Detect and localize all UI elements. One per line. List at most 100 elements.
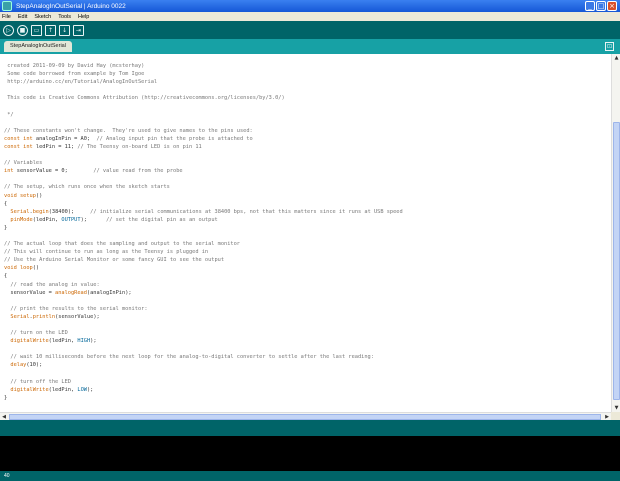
- code-token: created 2011-09-09 by David Hay (mcsterh…: [4, 63, 145, 69]
- code-line[interactable]: Serial.println(sensorValue);: [4, 313, 403, 321]
- code-line[interactable]: // read the analog in value:: [4, 281, 403, 289]
- menu-help[interactable]: Help: [78, 14, 89, 20]
- code-token: loop: [19, 265, 33, 272]
- code-line[interactable]: int sensorValue = 0; // value read from …: [4, 167, 403, 175]
- code-line[interactable]: digitalWrite(ledPin, HIGH);: [4, 337, 403, 345]
- code-token: {: [4, 273, 8, 280]
- code-line[interactable]: // print the results to the serial monit…: [4, 305, 403, 313]
- code-token: (10);: [26, 362, 43, 369]
- serial-monitor-icon[interactable]: ⊡: [605, 42, 614, 51]
- code-token: (38400);: [48, 208, 91, 215]
- code-line[interactable]: [4, 345, 403, 353]
- code-line[interactable]: Serial.begin(38400); // initialize seria…: [4, 208, 402, 216]
- code-token: );: [90, 338, 97, 345]
- code-token: sensorValue =: [4, 289, 56, 296]
- horizontal-scrollbar[interactable]: ◀ ▶: [0, 412, 611, 420]
- upload-icon[interactable]: ⇥: [73, 24, 84, 36]
- toolbar: ▷ ■ ▭ ↑ ↓ ⇥: [0, 21, 620, 39]
- minimize-button[interactable]: _: [585, 1, 595, 11]
- menu-tools[interactable]: Tools: [58, 14, 71, 20]
- code-token: Serial: [10, 313, 30, 320]
- code-line[interactable]: // Use the Arduino Serial Monitor or som…: [4, 256, 403, 264]
- code-token: delay: [10, 362, 27, 369]
- menu-file[interactable]: File: [2, 14, 11, 20]
- code-line[interactable]: // wait 10 milliseconds before the next …: [4, 353, 403, 361]
- code-line[interactable]: // The actual loop that does the samplin…: [4, 240, 403, 248]
- code-line[interactable]: }: [4, 394, 403, 402]
- code-line[interactable]: // turn off the LED: [4, 378, 403, 386]
- code-line[interactable]: }: [4, 224, 403, 232]
- code-token: // The setup, which runs once when the s…: [4, 184, 170, 191]
- code-line[interactable]: // The setup, which runs once when the s…: [4, 183, 403, 191]
- code-token: digitalWrite: [10, 338, 49, 345]
- maximize-button[interactable]: □: [596, 1, 606, 11]
- code-line[interactable]: [4, 102, 403, 110]
- code-token: sensorValue = 0;: [13, 168, 94, 175]
- code-token: digitalWrite: [10, 386, 49, 393]
- code-token: }: [4, 224, 8, 231]
- tab-sketch[interactable]: StepAnalogInOutSerial: [4, 41, 72, 52]
- menu-edit[interactable]: Edit: [18, 14, 27, 20]
- code-line[interactable]: http://arduino.cc/en/Tutorial/AnalogInOu…: [4, 78, 403, 86]
- code-token: Serial: [10, 208, 30, 215]
- stop-icon[interactable]: ■: [17, 24, 28, 36]
- code-line[interactable]: const int ledPin = 11; // The Teensy on-…: [4, 143, 403, 151]
- code-editor[interactable]: created 2011-09-09 by David Hay (mcsterh…: [0, 54, 611, 412]
- code-token: http://arduino.cc/en/Tutorial/AnalogInOu…: [4, 79, 158, 86]
- title-bar[interactable]: StepAnalogInOutSerial | Arduino 0022 _ □…: [0, 0, 620, 12]
- new-file-icon[interactable]: ▭: [31, 24, 42, 36]
- code-line[interactable]: // This will continue to run as long as …: [4, 248, 403, 256]
- code-line[interactable]: digitalWrite(ledPin, LOW);: [4, 386, 403, 394]
- code-token: // The actual loop that does the samplin…: [4, 241, 240, 248]
- code-line[interactable]: created 2011-09-09 by David Hay (mcsterh…: [4, 62, 403, 70]
- code-token: }: [4, 394, 8, 401]
- code-line[interactable]: [4, 321, 403, 329]
- code-line[interactable]: [4, 86, 403, 94]
- code-token: // value read from the probe: [93, 168, 183, 175]
- vertical-scrollbar[interactable]: ▲ ▼: [611, 54, 620, 412]
- window-title: StepAnalogInOutSerial | Arduino 0022: [16, 2, 126, 10]
- code-token: const int: [4, 135, 33, 142]
- code-line[interactable]: // Variables: [4, 159, 403, 167]
- code-line[interactable]: [4, 232, 403, 240]
- code-token: begin: [32, 208, 49, 215]
- vertical-scroll-thumb[interactable]: [613, 122, 620, 400]
- code-line[interactable]: // turn on the LED: [4, 329, 403, 337]
- code-token: void: [4, 192, 17, 199]
- code-line[interactable]: [4, 151, 403, 159]
- code-line[interactable]: pinMode(ledPin, OUTPUT); // set the digi…: [4, 216, 403, 224]
- code-token: pinMode: [10, 216, 33, 223]
- code-token: // turn on the LED: [4, 330, 68, 337]
- code-token: LOW: [77, 386, 87, 393]
- verify-icon[interactable]: ▷: [3, 24, 14, 36]
- code-line[interactable]: sensorValue = analogRead(analogInPin);: [4, 289, 403, 297]
- code-line[interactable]: [4, 370, 403, 378]
- code-line[interactable]: This code is Creative Commons Attributio…: [4, 94, 403, 102]
- close-button[interactable]: ×: [607, 1, 617, 11]
- code-line[interactable]: */: [4, 111, 403, 119]
- code-line[interactable]: // These constants won't change. They're…: [4, 127, 403, 135]
- save-file-icon[interactable]: ↓: [59, 24, 70, 36]
- code-line[interactable]: void setup(): [4, 192, 403, 200]
- code-token: Some code borrowed from example by Tom I…: [4, 71, 145, 78]
- code-token: setup: [19, 192, 36, 199]
- code-token: (): [32, 265, 40, 272]
- scroll-down-icon[interactable]: ▼: [612, 404, 620, 412]
- code-line[interactable]: delay(10);: [4, 361, 403, 369]
- code-line[interactable]: const int analogInPin = A0; // Analog in…: [4, 135, 403, 143]
- open-file-icon[interactable]: ↑: [45, 24, 56, 36]
- code-token: */: [4, 111, 14, 118]
- console-output[interactable]: [0, 436, 620, 471]
- code-line[interactable]: {: [4, 272, 403, 280]
- code-line[interactable]: [4, 119, 403, 127]
- code-line[interactable]: Some code borrowed from example by Tom I…: [4, 70, 403, 78]
- scroll-up-icon[interactable]: ▲: [612, 54, 620, 62]
- code-line[interactable]: {: [4, 200, 403, 208]
- code-line[interactable]: [4, 175, 403, 183]
- code-token: (sensorValue);: [55, 313, 100, 320]
- code-text[interactable]: created 2011-09-09 by David Hay (mcsterh…: [4, 62, 403, 402]
- menu-sketch[interactable]: Sketch: [34, 14, 51, 20]
- code-token: analogInPin = A0;: [32, 135, 97, 142]
- code-line[interactable]: [4, 297, 403, 305]
- code-line[interactable]: void loop(): [4, 264, 403, 272]
